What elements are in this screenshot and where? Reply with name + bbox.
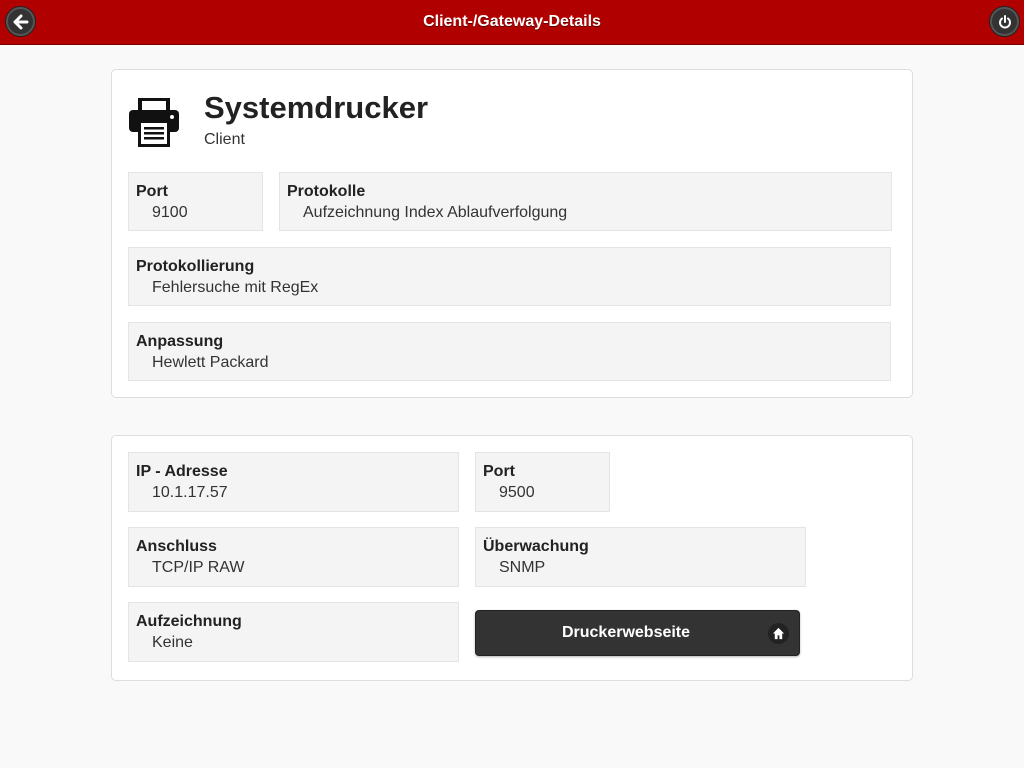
field-label: Protokollierung [136, 258, 255, 275]
field-label: Anschluss [136, 538, 217, 555]
app-header: Client-/Gateway-Details [0, 0, 1024, 45]
field-protocols: Protokolle Aufzeichnung Index Ablaufverf… [279, 172, 892, 231]
field-recording: Aufzeichnung Keine [128, 602, 459, 662]
device-name: Systemdrucker [204, 90, 429, 125]
client-details-card: Systemdrucker Client Port 9100 Protokoll… [111, 69, 913, 398]
field-label: Protokolle [287, 183, 366, 200]
field-value: Fehlersuche mit RegEx [152, 279, 319, 296]
field-label: Anpassung [136, 333, 224, 350]
field-label: Port [483, 463, 515, 480]
power-button[interactable] [990, 7, 1019, 36]
field-customization: Anpassung Hewlett Packard [128, 322, 891, 381]
field-label: Port [136, 183, 168, 200]
field-label: Überwachung [483, 538, 589, 555]
field-logging: Protokollierung Fehlersuche mit RegEx [128, 247, 891, 306]
device-type: Client [204, 131, 245, 148]
field-value: 9500 [499, 484, 535, 501]
page-title: Client-/Gateway-Details [423, 13, 601, 30]
field-value: 9100 [152, 204, 188, 221]
field-printer-port: Port 9500 [475, 452, 610, 512]
power-icon [998, 14, 1011, 28]
field-monitoring: Überwachung SNMP [475, 527, 806, 587]
printer-webpage-button[interactable]: Druckerwebseite [475, 610, 800, 656]
printer-webpage-label: Druckerwebseite [561, 624, 691, 641]
printer-details-card: IP - Adresse 10.1.17.57 Port 9500 Anschl… [111, 435, 913, 681]
field-port: Port 9100 [128, 172, 263, 231]
field-value: SNMP [499, 559, 546, 576]
field-connection: Anschluss TCP/IP RAW [128, 527, 459, 587]
field-value: TCP/IP RAW [152, 559, 245, 576]
home-icon [768, 623, 789, 644]
printer-icon [129, 98, 179, 147]
field-value: Hewlett Packard [152, 354, 269, 371]
field-value: Keine [152, 634, 193, 651]
field-label: Aufzeichnung [136, 613, 242, 630]
field-ip-address: IP - Adresse 10.1.17.57 [128, 452, 459, 512]
field-value: 10.1.17.57 [152, 484, 228, 501]
field-label: IP - Adresse [136, 463, 228, 480]
field-value: Aufzeichnung Index Ablaufverfolgung [303, 204, 568, 221]
